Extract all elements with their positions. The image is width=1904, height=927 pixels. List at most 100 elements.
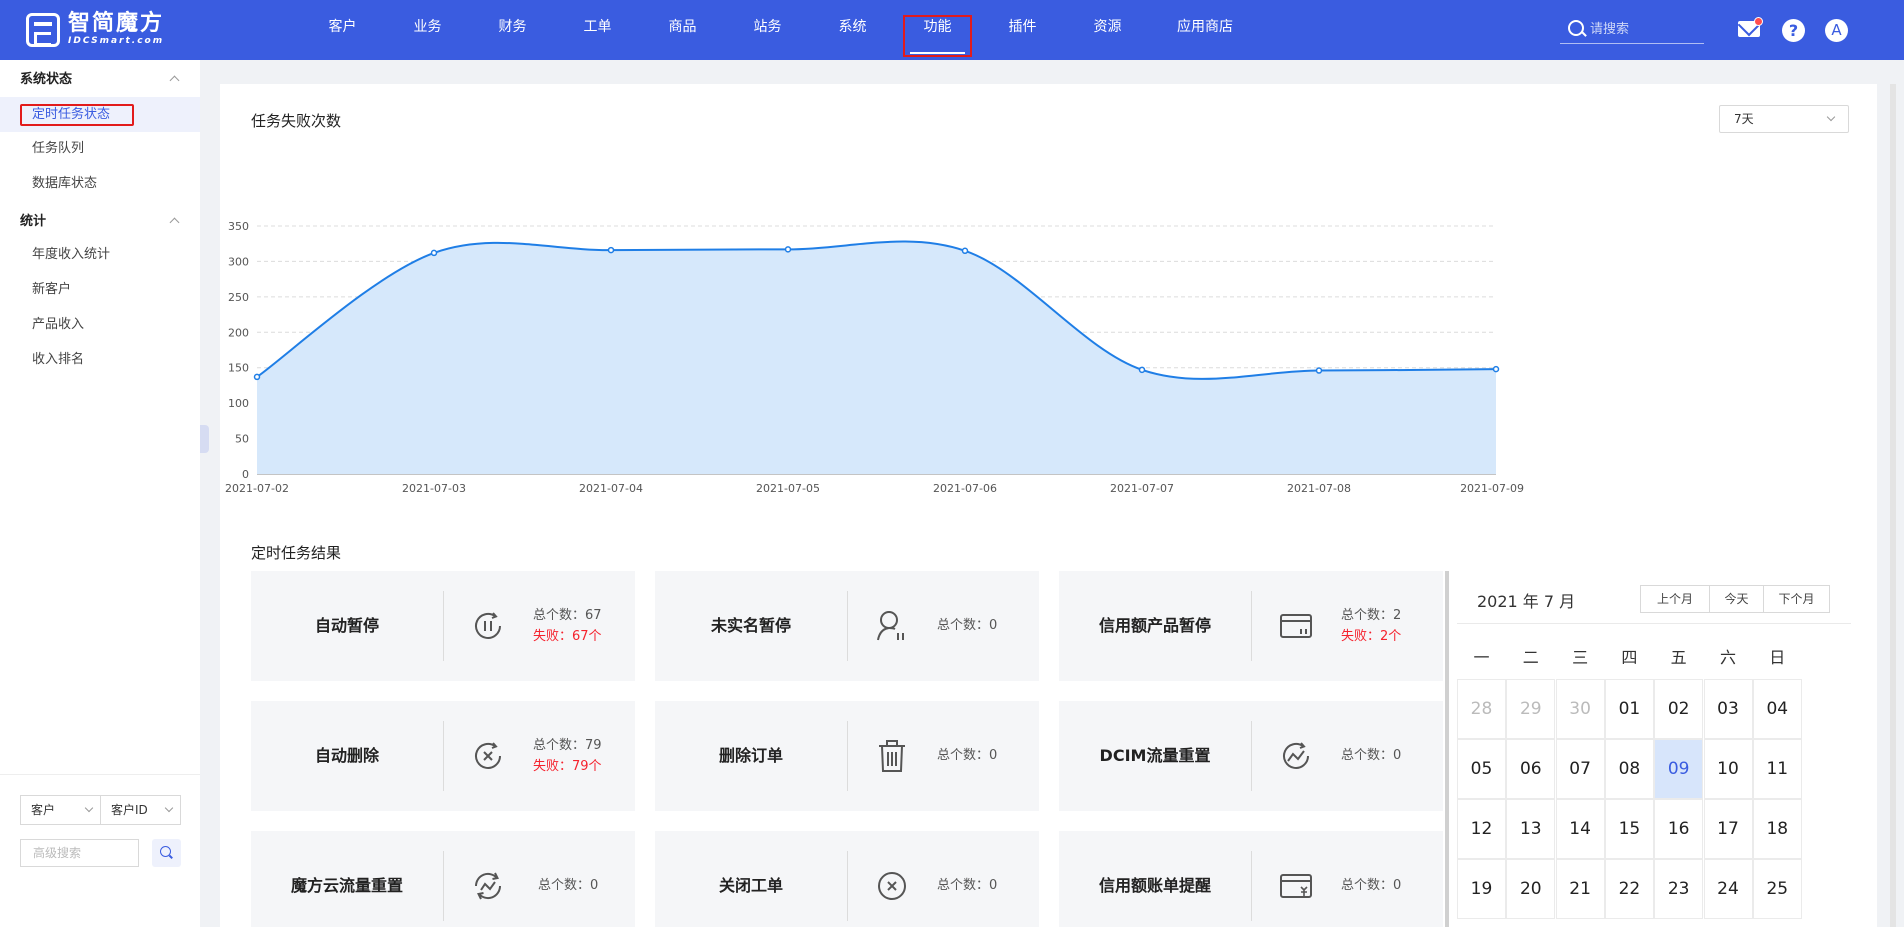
calendar-weekday: 日 (1769, 648, 1786, 667)
task-total: 总个数：67 (533, 608, 602, 623)
task-card[interactable]: 关闭工单 总个数：0 (655, 831, 1039, 927)
calendar-day[interactable]: 06 (1506, 739, 1556, 799)
chevron-up-icon (169, 217, 180, 228)
task-total: 总个数：2 (1341, 608, 1402, 623)
calendar-day[interactable]: 07 (1555, 739, 1605, 799)
highlight-box (20, 104, 134, 126)
prev-month-button[interactable]: 上个月 (1640, 585, 1710, 613)
task-card[interactable]: 魔方云流量重置 总个数：0 (251, 831, 635, 927)
trash-icon (879, 740, 905, 772)
calendar-day[interactable]: 08 (1604, 739, 1654, 799)
next-month-button[interactable]: 下个月 (1763, 585, 1830, 613)
unread-dot (1754, 17, 1763, 26)
sidebar-collapse-handle[interactable] (200, 425, 209, 453)
help-icon[interactable]: ? (1782, 19, 1805, 42)
calendar-day[interactable]: 01 (1604, 679, 1654, 739)
calendar-day[interactable]: 19 (1457, 859, 1506, 919)
brand-domain: IDCSmart.com (68, 36, 165, 46)
nav-item-system[interactable]: 系统 (810, 0, 895, 60)
sidebar-group-statistics[interactable]: 统计 (0, 202, 200, 242)
calendar-day[interactable]: 09 (1654, 739, 1704, 799)
filter-type-select[interactable]: 客户 (20, 795, 101, 825)
sidebar-group-system-status[interactable]: 系统状态 (0, 60, 200, 100)
y-tick-label: 0 (242, 468, 249, 481)
highlight-box (903, 15, 972, 57)
nav-item-functions[interactable]: 功能 (895, 0, 980, 60)
calendar-day[interactable]: 03 (1703, 679, 1753, 739)
calendar-day[interactable]: 18 (1752, 799, 1802, 859)
calendar-day[interactable]: 28 (1457, 679, 1506, 739)
pause-circle-icon (475, 612, 501, 639)
nav-item-finance[interactable]: 财务 (470, 0, 555, 60)
advanced-search-button[interactable] (152, 839, 181, 867)
calendar-day[interactable]: 10 (1703, 739, 1753, 799)
y-tick-label: 200 (228, 326, 249, 339)
credit-card-icon (1280, 614, 1312, 638)
task-name: 自动暂停 (314, 616, 379, 635)
x-tick-label: 2021-07-03 (402, 482, 466, 495)
nav-item-site[interactable]: 站务 (725, 0, 810, 60)
sidebar-item-annual-income[interactable]: 年度收入统计 (0, 237, 200, 272)
nav-item-business[interactable]: 业务 (385, 0, 470, 60)
time-range-select[interactable]: 7天 (1719, 105, 1849, 133)
task-card[interactable]: 信用额产品暂停 总个数：2 失败：2个 (1059, 571, 1443, 681)
calendar-day[interactable]: 29 (1506, 679, 1556, 739)
calendar-day[interactable]: 25 (1752, 859, 1802, 919)
y-tick-label: 100 (228, 397, 249, 410)
x-tick-label: 2021-07-07 (1110, 482, 1174, 495)
top-header: 智简魔方 IDCSmart.com 客户 业务 财务 工单 商品 站务 系统 功… (0, 0, 1904, 60)
calendar-day[interactable]: 23 (1654, 859, 1704, 919)
calendar-day[interactable]: 02 (1654, 679, 1704, 739)
task-card[interactable]: 删除订单 总个数：0 (655, 701, 1039, 811)
time-range-value: 7天 (1734, 112, 1754, 126)
page-scrollbar[interactable] (1890, 84, 1896, 927)
sidebar-item-income-ranking[interactable]: 收入排名 (0, 342, 200, 377)
task-card[interactable]: DCIM流量重置 总个数：0 (1059, 701, 1443, 811)
sidebar-item-task-queue[interactable]: 任务队列 (0, 131, 200, 166)
search-input[interactable] (1590, 19, 1700, 39)
series-area (257, 241, 1496, 474)
calendar-day[interactable]: 11 (1752, 739, 1802, 799)
task-card[interactable]: 自动暂停 总个数：67 失败：67个 (251, 571, 635, 681)
filter-field-select[interactable]: 客户ID (100, 795, 181, 825)
x-tick-label: 2021-07-09 (1460, 482, 1524, 495)
brand-name: 智简魔方 (68, 11, 165, 36)
nav-item-plugins[interactable]: 插件 (980, 0, 1065, 60)
nav-item-tickets[interactable]: 工单 (555, 0, 640, 60)
calendar-day[interactable]: 20 (1506, 859, 1556, 919)
calendar-day[interactable]: 30 (1555, 679, 1605, 739)
calendar-day[interactable]: 14 (1555, 799, 1605, 859)
nav-item-customer[interactable]: 客户 (300, 0, 385, 60)
task-name: 关闭工单 (718, 876, 783, 895)
search-icon[interactable] (1568, 20, 1584, 36)
cards-scrollbar[interactable] (1445, 571, 1449, 927)
task-card[interactable]: 未实名暂停 总个数：0 (655, 571, 1039, 681)
calendar-day[interactable]: 15 (1604, 799, 1654, 859)
calendar-day[interactable]: 17 (1703, 799, 1753, 859)
sidebar-item-product-income[interactable]: 产品收入 (0, 307, 200, 342)
calendar-day[interactable]: 24 (1703, 859, 1753, 919)
calendar-day[interactable]: 13 (1506, 799, 1556, 859)
task-fail: 失败：2个 (1341, 629, 1402, 644)
calendar-weekday: 四 (1621, 648, 1638, 667)
avatar[interactable]: A (1825, 19, 1848, 42)
nav-item-resources[interactable]: 资源 (1065, 0, 1150, 60)
calendar-day[interactable]: 04 (1752, 679, 1802, 739)
calendar-day[interactable]: 12 (1457, 799, 1506, 859)
calendar-day[interactable]: 16 (1654, 799, 1704, 859)
calendar-day[interactable]: 05 (1457, 739, 1506, 799)
main-content: 任务失败次数 7天 0 50 100 150 200 250 300 350 2021-07-0… (220, 84, 1877, 927)
task-total: 总个数：79 (533, 738, 602, 753)
advanced-search-input[interactable] (20, 839, 139, 867)
sidebar-item-db-status[interactable]: 数据库状态 (0, 166, 200, 201)
calendar-day[interactable]: 21 (1555, 859, 1605, 919)
today-button[interactable]: 今天 (1709, 585, 1764, 613)
sidebar-item-new-customers[interactable]: 新客户 (0, 272, 200, 307)
task-card[interactable]: 自动删除 总个数：79 失败：79个 (251, 701, 635, 811)
task-name: DCIM流量重置 (1099, 746, 1211, 765)
calendar-day[interactable]: 22 (1604, 859, 1654, 919)
nav-item-products[interactable]: 商品 (640, 0, 725, 60)
brand-logo[interactable]: 智简魔方 IDCSmart.com (26, 12, 164, 47)
nav-item-app-store[interactable]: 应用商店 (1150, 0, 1260, 60)
task-card[interactable]: 信用额账单提醒 总个数：0 (1059, 831, 1443, 927)
